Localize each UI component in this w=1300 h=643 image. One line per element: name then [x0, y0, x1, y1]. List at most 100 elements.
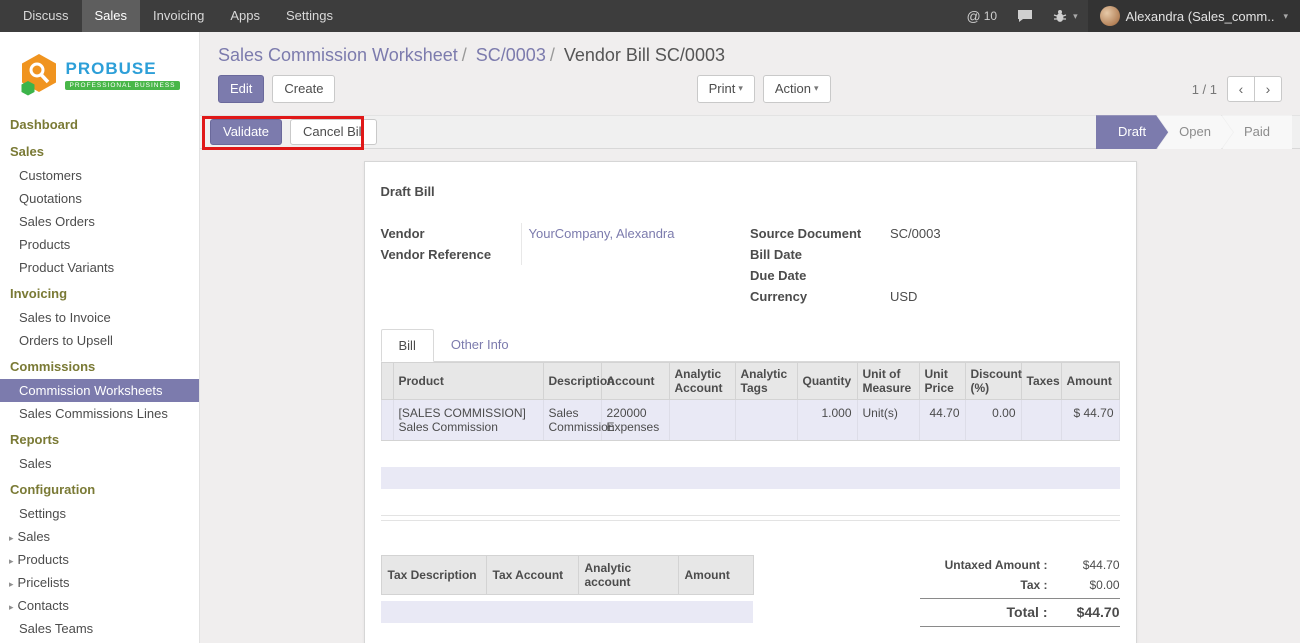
topbar: Discuss Sales Invoicing Apps Settings @ …: [0, 0, 1300, 32]
topbar-menu-discuss[interactable]: Discuss: [10, 0, 82, 32]
col-taxes: Taxes: [1021, 363, 1061, 400]
sidebar-item-reports-sales[interactable]: Sales: [0, 452, 199, 475]
validate-button[interactable]: Validate: [210, 119, 282, 145]
messages-icon[interactable]: [1007, 0, 1043, 32]
sidebar-item-quotations[interactable]: Quotations: [0, 187, 199, 210]
sidebar-item-sales-orders[interactable]: Sales Orders: [0, 210, 199, 233]
cell-description: Sales Commission: [543, 400, 601, 441]
app-window: Discuss Sales Invoicing Apps Settings @ …: [0, 0, 1300, 643]
col-account: Account: [601, 363, 669, 400]
sidebar-heading-invoicing[interactable]: Invoicing: [0, 281, 199, 306]
edit-button[interactable]: Edit: [218, 75, 264, 103]
bill-date-value: [890, 244, 1120, 265]
chat-bubble-icon: [1017, 9, 1033, 23]
col-product: Product: [393, 363, 543, 400]
sidebar-item-sales-commissions-lines[interactable]: Sales Commissions Lines: [0, 402, 199, 425]
breadcrumb-link-worksheet[interactable]: Sales Commission Worksheet: [218, 45, 458, 65]
sidebar-heading-configuration[interactable]: Configuration: [0, 477, 199, 502]
sidebar-item-products[interactable]: Products: [0, 233, 199, 256]
vendor-reference-label: Vendor Reference: [381, 244, 521, 265]
topbar-menu-apps[interactable]: Apps: [217, 0, 273, 32]
topbar-menu-settings[interactable]: Settings: [273, 0, 346, 32]
breadcrumb-separator: /: [546, 45, 559, 65]
tab-bill[interactable]: Bill: [381, 329, 434, 362]
status-pipeline: Draft Open Paid: [1096, 115, 1292, 149]
breadcrumb-current: Vendor Bill SC/0003: [564, 45, 725, 65]
col-amount: Amount: [1061, 363, 1119, 400]
print-dropdown[interactable]: Print▾: [697, 75, 755, 103]
source-document-label: Source Document: [750, 223, 890, 244]
field-groups: Vendor YourCompany, Alexandra Vendor Ref…: [381, 223, 1120, 307]
main-content: Sales Commission Worksheet/ SC/0003/ Ven…: [200, 32, 1300, 643]
pager-next-button[interactable]: ›: [1254, 76, 1282, 102]
sidebar-section-reports: Reports Sales: [0, 427, 199, 475]
expand-icon: ▸: [9, 556, 14, 566]
cell-taxes: [1021, 400, 1061, 441]
user-menu[interactable]: Alexandra (Sales_comm.. ▾: [1088, 0, 1300, 32]
mention-counter[interactable]: @ 10: [957, 0, 1008, 32]
sidebar-item-contacts[interactable]: ▸Contacts: [0, 594, 199, 617]
sidebar: PROBUSE PROFESSIONAL BUSINESS Dashboard …: [0, 32, 200, 643]
sidebar-heading-sales[interactable]: Sales: [0, 139, 199, 164]
cell-analytic-tags: [735, 400, 797, 441]
untaxed-amount-label: Untaxed Amount :: [920, 558, 1058, 572]
print-action-group: Print▾ Action▾: [697, 75, 831, 103]
sidebar-heading-reports[interactable]: Reports: [0, 427, 199, 452]
sidebar-item-settings[interactable]: Settings: [0, 502, 199, 525]
sidebar-item-product-variants[interactable]: Product Variants: [0, 256, 199, 279]
statusbar: Validate Cancel Bill Draft Open Paid: [200, 115, 1300, 149]
sidebar-section-configuration: Configuration Settings ▸Sales ▸Products …: [0, 477, 199, 643]
cell-amount: $ 44.70: [1061, 400, 1119, 441]
logo-title: PROBUSE: [65, 59, 179, 79]
sidebar-item-commission-worksheets[interactable]: Commission Worksheets: [0, 379, 199, 402]
sidebar-section-dashboard: Dashboard: [0, 112, 199, 137]
sidebar-item-pricelists[interactable]: ▸Pricelists: [0, 571, 199, 594]
sidebar-item-customers[interactable]: Customers: [0, 164, 199, 187]
sidebar-heading-commissions[interactable]: Commissions: [0, 354, 199, 379]
logo-subtitle: PROFESSIONAL BUSINESS: [65, 81, 179, 90]
chevron-down-icon: ▾: [738, 84, 743, 94]
topbar-menu-sales[interactable]: Sales: [82, 0, 141, 32]
vendor-value[interactable]: YourCompany, Alexandra: [521, 223, 751, 244]
at-icon: @: [967, 8, 981, 24]
sidebar-item-dashboard[interactable]: Dashboard: [0, 112, 199, 137]
sidebar-section-sales: Sales Customers Quotations Sales Orders …: [0, 139, 199, 279]
tax-section: Tax Description Tax Account Analytic acc…: [381, 555, 753, 623]
sidebar-item-config-sales[interactable]: ▸Sales: [0, 525, 199, 548]
col-analytic-tags: Analytic Tags: [735, 363, 797, 400]
tab-other-info[interactable]: Other Info: [434, 329, 526, 361]
untaxed-amount-value: $44.70: [1058, 558, 1120, 572]
sidebar-item-sales-to-invoice[interactable]: Sales to Invoice: [0, 306, 199, 329]
col-analytic-account: Analytic Account: [669, 363, 735, 400]
currency-label: Currency: [750, 286, 890, 307]
topbar-menu-invoicing[interactable]: Invoicing: [140, 0, 217, 32]
invoice-line-row[interactable]: [SALES COMMISSION] Sales Commission Sale…: [381, 400, 1119, 441]
empty-list-placeholder: [381, 467, 1120, 489]
col-quantity: Quantity: [797, 363, 857, 400]
sidebar-item-sales-teams[interactable]: Sales Teams: [0, 617, 199, 640]
sidebar-item-label: Contacts: [18, 598, 69, 613]
expand-icon: ▸: [9, 533, 14, 543]
debug-menu[interactable]: ▾: [1043, 0, 1088, 32]
sidebar-item-config-products[interactable]: ▸ Products: [0, 548, 199, 571]
tax-value: $0.00: [1058, 578, 1120, 592]
create-button[interactable]: Create: [272, 75, 335, 103]
breadcrumb-link-sc0003[interactable]: SC/0003: [476, 45, 546, 65]
notebook-tabs: Bill Other Info: [381, 329, 1120, 362]
tax-label: Tax :: [920, 578, 1058, 592]
col-unit-of-measure: Unit of Measure: [857, 363, 919, 400]
col-unit-price: Unit Price: [919, 363, 965, 400]
sidebar-item-orders-to-upsell[interactable]: Orders to Upsell: [0, 329, 199, 352]
form-sheet: Draft Bill Vendor YourCompany, Alexandra…: [364, 161, 1137, 643]
pager-previous-button[interactable]: ‹: [1227, 76, 1255, 102]
status-draft[interactable]: Draft: [1096, 115, 1168, 149]
col-tax-analytic-account: Analytic account: [578, 556, 678, 595]
status-open[interactable]: Open: [1157, 115, 1233, 149]
action-dropdown[interactable]: Action▾: [763, 75, 831, 103]
sidebar-item-label: Products: [18, 552, 69, 567]
sidebar-item-label: Pricelists: [18, 575, 70, 590]
cancel-bill-button[interactable]: Cancel Bill: [290, 119, 377, 145]
topbar-right: @ 10 ▾ Alexandra (Sales_comm.. ▾: [957, 0, 1300, 32]
vendor-label: Vendor: [381, 223, 521, 244]
cell-analytic-account: [669, 400, 735, 441]
